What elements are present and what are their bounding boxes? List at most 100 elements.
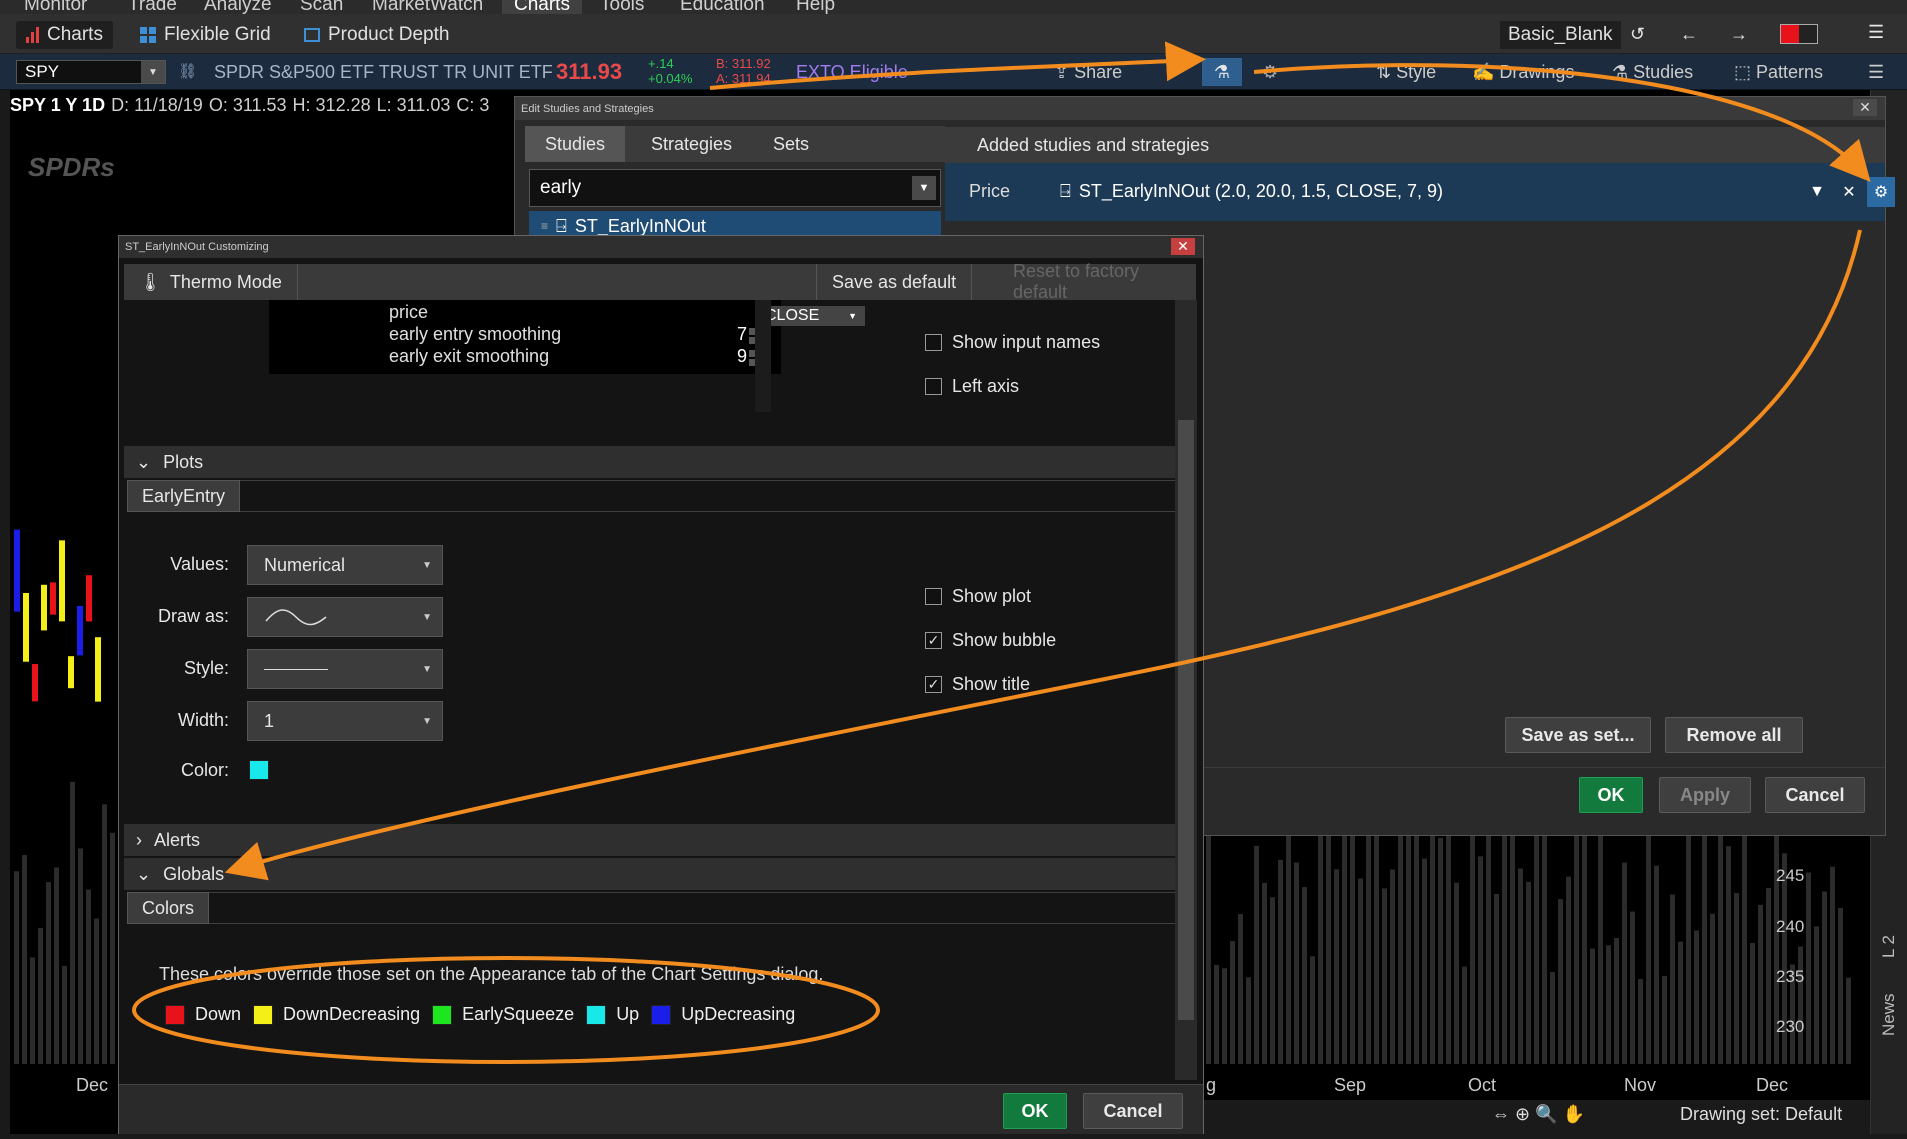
menu-tools[interactable]: Tools xyxy=(600,0,644,14)
volume-bar xyxy=(70,781,75,1064)
colors-tab[interactable]: Colors xyxy=(127,892,210,924)
layout-selector[interactable]: Basic_Blank xyxy=(1500,21,1621,49)
study-search-input[interactable]: early ▼ xyxy=(529,169,941,207)
show-plot-checkbox[interactable]: Show plot xyxy=(925,586,1031,607)
plot-tab-bar xyxy=(127,480,1177,512)
color-swatch[interactable] xyxy=(249,760,269,780)
cancel-button[interactable]: Cancel xyxy=(1765,777,1865,813)
volume-bar xyxy=(1222,968,1227,1064)
plots-section-header[interactable]: ⌄ Plots xyxy=(124,446,1178,478)
menu-lines-icon[interactable]: ☰ xyxy=(1868,22,1884,43)
volume-bar xyxy=(1830,866,1835,1064)
remove-all-button[interactable]: Remove all xyxy=(1665,717,1803,753)
left-axis-checkbox[interactable]: Left axis xyxy=(925,376,1019,397)
tab-charts[interactable]: Charts xyxy=(16,21,113,49)
volume-bar xyxy=(1846,977,1851,1064)
volume-bar xyxy=(38,927,43,1064)
studies-button[interactable]: ⚗ Studies xyxy=(1612,62,1693,83)
ok-button[interactable]: OK xyxy=(1579,777,1643,813)
chevron-down-icon[interactable]: ▼ xyxy=(912,176,936,200)
menu-monitor[interactable]: Monitor xyxy=(24,0,87,14)
tab-studies[interactable]: Studies xyxy=(525,126,626,162)
show-input-names-checkbox[interactable]: Show input names xyxy=(925,332,1100,353)
values-value: Numerical xyxy=(264,554,346,575)
symbol-input[interactable]: SPY ▼ xyxy=(16,60,166,84)
close-icon[interactable]: ✕ xyxy=(1853,99,1877,116)
plot-tab-earlyentry[interactable]: EarlyEntry xyxy=(127,480,241,512)
drawing-set-label[interactable]: Drawing set: Default xyxy=(1680,1104,1842,1125)
global-color-earlysqueeze[interactable]: EarlySqueeze xyxy=(432,1004,574,1025)
global-color-updecreasing[interactable]: UpDecreasing xyxy=(651,1004,795,1025)
chart-high: H: 312.28 xyxy=(292,94,371,115)
drawings-button[interactable]: ✍ Drawings xyxy=(1472,62,1574,83)
color-toggle[interactable] xyxy=(1780,24,1818,44)
zoom-tools[interactable]: ⇔ ⊕ 🔍 ✋ xyxy=(1492,1104,1585,1125)
style-button[interactable]: ⇅ Style xyxy=(1376,62,1436,83)
global-color-downdecreasing[interactable]: DownDecreasing xyxy=(253,1004,420,1025)
volume-bar xyxy=(1382,888,1387,1064)
price-select[interactable]: CLOSE ▼ xyxy=(757,306,865,326)
menu-help[interactable]: Help xyxy=(796,0,835,14)
ok-button[interactable]: OK xyxy=(1003,1093,1067,1129)
globals-section-header[interactable]: ⌄ Globals xyxy=(124,858,1178,890)
menu-education[interactable]: Education xyxy=(680,0,765,14)
forward-arrow-icon[interactable]: → xyxy=(1730,24,1748,45)
save-as-set-button[interactable]: Save as set... xyxy=(1505,717,1651,753)
menu-scan[interactable]: Scan xyxy=(300,0,343,14)
chevron-down-icon[interactable]: ▼ xyxy=(141,61,165,83)
show-title-label: Show title xyxy=(952,674,1031,694)
news-tab[interactable]: News xyxy=(1879,993,1899,1036)
color-swatch[interactable] xyxy=(432,1004,453,1025)
color-swatch[interactable] xyxy=(651,1004,672,1025)
tab-sets[interactable]: Sets xyxy=(753,126,829,162)
close-icon[interactable]: ✕ xyxy=(1171,238,1195,255)
candle xyxy=(95,637,101,702)
added-study-row[interactable]: Price ⍈ ST_EarlyInNOut (2.0, 20.0, 1.5, … xyxy=(945,163,1895,221)
style-dropdown[interactable]: ▼ xyxy=(247,649,443,689)
ask-value: A: 311.94 xyxy=(716,71,771,86)
show-title-checkbox[interactable]: ✓ Show title xyxy=(925,674,1030,695)
back-arrow-icon[interactable]: ← xyxy=(1680,24,1698,45)
flask-icon[interactable]: ⚗ xyxy=(1202,58,1242,86)
y-tick: 245 xyxy=(1776,866,1805,885)
draw-as-dropdown[interactable]: ▼ xyxy=(247,597,443,637)
apply-button[interactable]: Apply xyxy=(1659,777,1751,813)
inputs-scrollbar[interactable] xyxy=(755,300,771,412)
menu-marketwatch[interactable]: MarketWatch xyxy=(372,0,483,14)
width-dropdown[interactable]: 1 ▼ xyxy=(247,701,443,741)
global-color-down[interactable]: Down xyxy=(165,1004,241,1025)
input-value[interactable]: 7 xyxy=(737,324,747,345)
tab-product-depth[interactable]: Product Depth xyxy=(294,21,459,49)
gear-icon[interactable]: ⚙ xyxy=(1262,62,1278,83)
global-color-up[interactable]: Up xyxy=(586,1004,639,1025)
patterns-button[interactable]: ⬚ Patterns xyxy=(1734,62,1823,83)
menu-charts[interactable]: Charts xyxy=(502,0,582,14)
link-icon[interactable]: ⛓ xyxy=(178,62,197,80)
color-swatch[interactable] xyxy=(253,1004,274,1025)
level2-tab[interactable]: L 2 xyxy=(1879,935,1899,958)
share-button[interactable]: ⇪ Share xyxy=(1054,62,1122,83)
input-value[interactable]: 9 xyxy=(737,346,747,367)
thermo-mode-button[interactable]: 🌡 Thermo Mode xyxy=(124,264,298,300)
gear-icon[interactable]: ⚙ xyxy=(1867,177,1895,207)
tab-flexible-grid[interactable]: Flexible Grid xyxy=(130,21,281,49)
undo-icon[interactable]: ↺ xyxy=(1630,24,1645,45)
remove-study-icon[interactable]: ✕ xyxy=(1835,177,1863,207)
values-dropdown[interactable]: Numerical ▼ xyxy=(247,545,443,585)
menu-trade[interactable]: Trade xyxy=(128,0,177,14)
tab-strategies[interactable]: Strategies xyxy=(631,126,752,162)
color-swatch[interactable] xyxy=(165,1004,185,1025)
more-menu-icon[interactable]: ☰ xyxy=(1868,62,1884,83)
cancel-button[interactable]: Cancel xyxy=(1083,1093,1183,1129)
color-swatch[interactable] xyxy=(586,1004,607,1025)
volume-bar xyxy=(1814,926,1819,1064)
menu-analyze[interactable]: Analyze xyxy=(204,0,272,14)
alerts-section-header[interactable]: › Alerts xyxy=(124,824,1178,856)
dialog-scrollbar[interactable] xyxy=(1175,300,1197,1080)
reset-default-button[interactable]: Reset to factory default xyxy=(998,261,1196,302)
scrollbar-thumb[interactable] xyxy=(1178,420,1194,1020)
show-bubble-checkbox[interactable]: ✓ Show bubble xyxy=(925,630,1056,651)
chevron-down-icon[interactable]: ▼ xyxy=(1803,177,1831,207)
save-default-button[interactable]: Save as default xyxy=(816,264,973,300)
globals-title: Globals xyxy=(163,863,225,884)
